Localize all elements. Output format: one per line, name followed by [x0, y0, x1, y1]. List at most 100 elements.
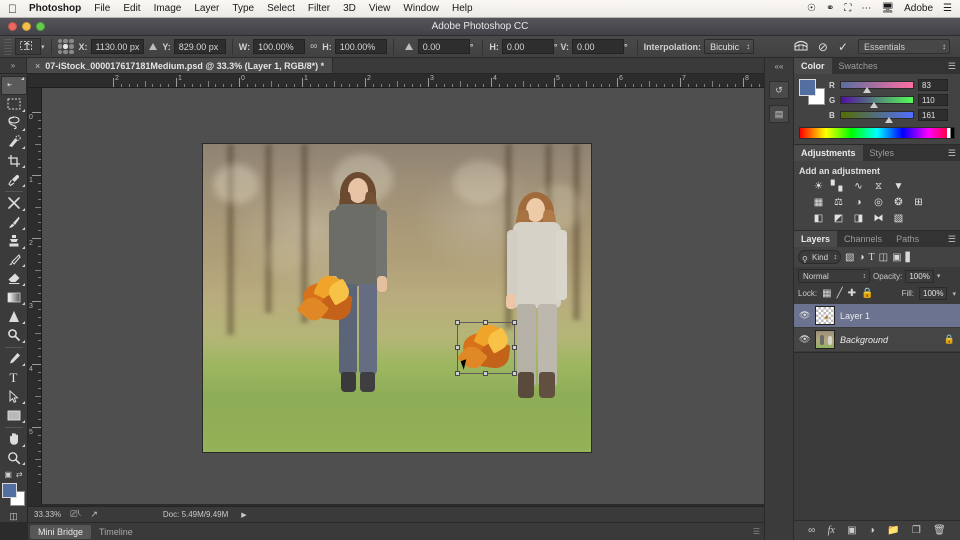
layer-filter-kind-select[interactable]: ⚲ Kind [798, 250, 841, 264]
warp-mode-icon[interactable] [794, 39, 808, 54]
close-document-icon[interactable]: × [35, 61, 40, 71]
menu-select[interactable]: Select [267, 3, 295, 14]
tab-styles[interactable]: Styles [863, 145, 902, 161]
layer-name[interactable]: Layer 1 [840, 311, 955, 321]
channel-b-slider[interactable] [840, 111, 914, 119]
color-spectrum-ramp[interactable] [799, 127, 955, 139]
exposure-icon[interactable]: ⧖ [871, 180, 886, 193]
fill-stepper[interactable]: ▾ [952, 290, 956, 298]
color-lookup-icon[interactable]: ⊞ [911, 196, 926, 209]
skew-v-input[interactable]: 0.00 [572, 39, 624, 54]
selective-color-icon[interactable]: ⧓ [871, 212, 886, 225]
filter-enable-toggle-icon[interactable]: ▋ [906, 252, 913, 263]
vibrance-icon[interactable]: ▼ [891, 180, 906, 193]
tab-layers[interactable]: Layers [794, 231, 837, 247]
lasso-tool[interactable] [1, 114, 27, 133]
arrange-documents-icon[interactable]: » [0, 57, 26, 73]
cc-icon[interactable]: ⚭ [826, 3, 834, 14]
new-group-icon[interactable]: 📁 [887, 525, 899, 536]
tab-mini-bridge[interactable]: Mini Bridge [30, 525, 91, 539]
channel-r-slider[interactable] [840, 81, 914, 89]
link-layers-icon[interactable]: ∞ [808, 525, 815, 536]
x-input[interactable]: 1130.00 px [91, 39, 145, 54]
curves-icon[interactable]: ∿ [851, 180, 866, 193]
collapse-panels-icon[interactable]: «« [775, 62, 784, 71]
opacity-value[interactable]: 100% [905, 270, 933, 283]
gradient-map-icon[interactable]: ▧ [891, 212, 906, 225]
move-tool-preset-icon[interactable] [15, 38, 41, 55]
channel-g-value[interactable]: 110 [918, 94, 948, 106]
list-icon[interactable]: ☰ [943, 3, 952, 14]
adjustment-layer-icon[interactable]: ◑ [869, 525, 875, 536]
filter-type-icon[interactable]: T [869, 252, 875, 263]
document-image[interactable] [202, 143, 592, 453]
threshold-icon[interactable]: ◨ [851, 212, 866, 225]
status-expand-arrow[interactable]: ▶ [241, 511, 246, 519]
menu-app-name[interactable]: Photoshop [29, 3, 81, 14]
properties-panel-icon[interactable]: ▤ [769, 105, 789, 123]
foreground-color-swatch[interactable] [2, 483, 17, 498]
tab-adjustments[interactable]: Adjustments [794, 145, 863, 161]
share-icon[interactable]: ↗ [90, 509, 98, 520]
menu-help[interactable]: Help [452, 3, 473, 14]
tab-paths[interactable]: Paths [889, 231, 926, 247]
panel-menu-icon[interactable]: ☰ [948, 61, 956, 72]
skew-h-input[interactable]: 0.00 [502, 39, 554, 54]
layer-thumbnail[interactable] [815, 330, 835, 349]
menu-view[interactable]: View [369, 3, 391, 14]
channel-r-value[interactable]: 83 [918, 79, 948, 91]
ellipsis-icon[interactable]: ⋯ [861, 3, 871, 14]
sync-icon[interactable]: ☉ [807, 3, 816, 14]
layer-lock-icon[interactable]: 🔒 [944, 334, 955, 345]
hue-saturation-icon[interactable]: ▦ [811, 196, 826, 209]
layer-thumbnail[interactable] [815, 306, 835, 325]
y-input[interactable]: 829.00 px [174, 39, 226, 54]
tab-channels[interactable]: Channels [837, 231, 889, 247]
link-icon[interactable]: ∞ [310, 41, 317, 52]
preview-toggle-icon[interactable]: ⎚⎝ [70, 509, 81, 520]
new-layer-icon[interactable]: ❐ [912, 525, 921, 536]
invert-icon[interactable]: ◧ [811, 212, 826, 225]
gradient-tool[interactable] [1, 288, 27, 307]
filter-adjustment-icon[interactable]: ◑ [858, 252, 864, 263]
photo-filter-icon[interactable]: ◎ [871, 196, 886, 209]
w-input[interactable]: 100.00% [253, 39, 305, 54]
layer-row-background[interactable]: 👁 Background 🔒 [794, 328, 960, 352]
apple-icon[interactable]:  [8, 3, 17, 15]
canvas-area[interactable] [42, 88, 764, 504]
adobe-menu-label[interactable]: Adobe [904, 3, 933, 14]
filter-shape-icon[interactable]: ◫ [879, 252, 888, 263]
layer-name[interactable]: Background [840, 335, 939, 345]
menu-filter[interactable]: Filter [308, 3, 330, 14]
layer-mask-icon[interactable]: ▣ [847, 525, 856, 536]
history-brush-tool[interactable] [1, 251, 27, 270]
layer-row-layer-1[interactable]: 👁 Layer 1 [794, 304, 960, 328]
filter-smart-object-icon[interactable]: ▣ [892, 252, 901, 263]
relative-positioning-icon[interactable] [149, 43, 157, 50]
lock-position-icon[interactable]: ✚ [848, 288, 856, 299]
blend-mode-select[interactable]: Normal [798, 269, 870, 283]
menu-3d[interactable]: 3D [343, 3, 356, 14]
posterize-icon[interactable]: ◩ [831, 212, 846, 225]
workspace-select[interactable]: Essentials [858, 39, 950, 54]
black-white-icon[interactable]: ◑ [851, 196, 866, 209]
channel-mixer-icon[interactable]: ❂ [891, 196, 906, 209]
layer-visibility-icon[interactable]: 👁 [799, 334, 810, 345]
brush-tool[interactable] [1, 213, 27, 232]
horizontal-type-tool[interactable]: T [1, 368, 27, 387]
swap-colors-icon[interactable]: ⇄ [16, 470, 23, 479]
h-input[interactable]: 100.00% [335, 39, 387, 54]
cancel-transform-icon[interactable]: ⊘ [818, 41, 828, 53]
delete-layer-icon[interactable]: 🗑 [933, 525, 946, 536]
zoom-button[interactable] [36, 22, 45, 31]
color-foreground-swatch[interactable] [799, 79, 816, 96]
spot-healing-brush-tool[interactable] [1, 194, 27, 213]
menu-file[interactable]: File [94, 3, 110, 14]
opacity-stepper[interactable]: ▾ [937, 272, 941, 280]
default-colors-icon[interactable]: ▣ [4, 470, 12, 479]
zoom-tool[interactable] [1, 449, 27, 468]
document-tab[interactable]: × 07-iStock_000017617181Medium.psd @ 33.… [26, 57, 333, 73]
zoom-level-field[interactable]: 33.33% [34, 510, 61, 519]
tab-swatches[interactable]: Swatches [832, 58, 885, 74]
panel-menu-icon[interactable]: ☰ [948, 234, 956, 245]
